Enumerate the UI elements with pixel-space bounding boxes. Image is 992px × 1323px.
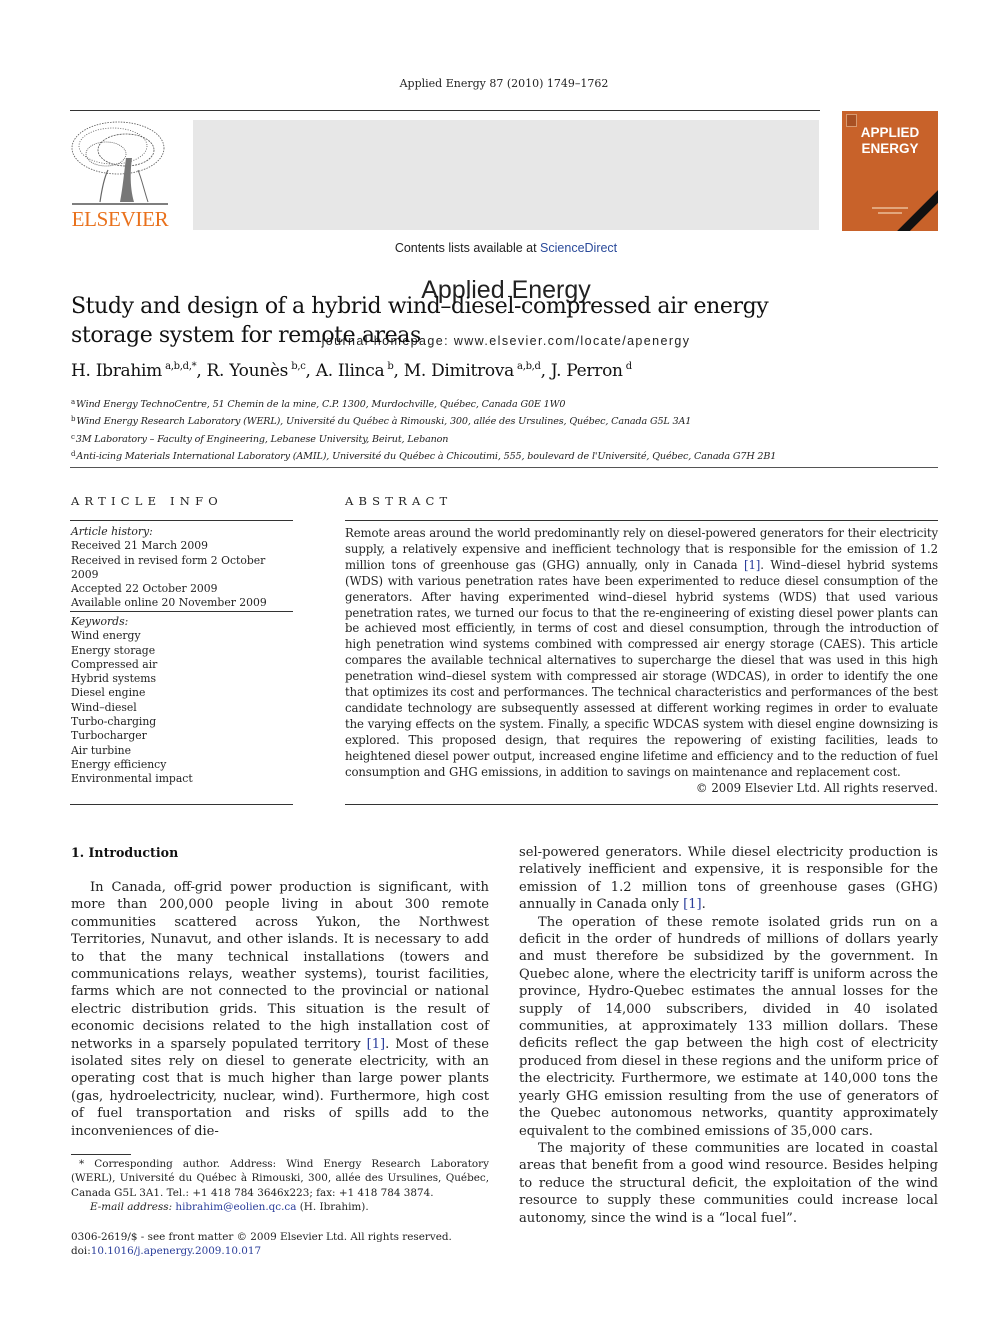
article-history: Article history: Received 21 March 2009 …: [71, 525, 293, 611]
paragraph: The operation of these remote isolated g…: [519, 914, 938, 1139]
affiliations: aWind Energy TechnoCentre, 51 Chemin de …: [71, 395, 941, 464]
doi-link[interactable]: 10.1016/j.apenergy.2009.10.017: [91, 1245, 261, 1257]
history-item: Available online 20 November 2009: [71, 596, 267, 610]
history-item: Received 21 March 2009: [71, 539, 208, 553]
running-head: Applied Energy 87 (2010) 1749–1762: [399, 77, 609, 90]
history-item: Received in revised form 2 October 2009: [71, 553, 266, 581]
cover-title-line2: ENERGY: [861, 141, 919, 156]
keywords-label: Keywords:: [71, 615, 129, 628]
section-divider: [70, 467, 938, 468]
email-line: E-mail address: hibrahim@eolien.qc.ca (H…: [90, 1201, 369, 1214]
paragraph: In Canada, off-grid power production is …: [71, 880, 489, 1139]
corresponding-author-footnote: * Corresponding author. Address: Wind En…: [71, 1157, 489, 1215]
author[interactable]: J. Perron d: [551, 361, 632, 381]
body-column-right: sel-powered generators. While diesel ele…: [519, 844, 938, 1227]
divider: [70, 520, 293, 521]
keyword: Energy storage: [71, 643, 156, 657]
keywords: Keywords: Wind energy Energy storage Com…: [71, 615, 293, 787]
doi-line: doi:10.1016/j.apenergy.2009.10.017: [71, 1245, 262, 1258]
article-info-heading: ARTICLE INFO: [71, 494, 223, 508]
keyword: Energy efficiency: [71, 757, 167, 771]
header-rule: [70, 110, 820, 111]
keyword: Compressed air: [71, 657, 158, 671]
cover-editor-line: [878, 212, 902, 214]
divider: [70, 611, 293, 612]
affiliation: aWind Energy TechnoCentre, 51 Chemin de …: [71, 398, 566, 410]
keyword: Wind energy: [71, 629, 141, 643]
reference-link[interactable]: [1]: [683, 897, 702, 912]
footnote-rule: [71, 1154, 131, 1155]
paragraph: The majority of these communities are lo…: [519, 1140, 938, 1226]
tree-icon: [71, 121, 168, 205]
corresponding-author-text: * Corresponding author. Address: Wind En…: [71, 1158, 489, 1199]
cover-title: APPLIED ENERGY: [842, 125, 938, 157]
author[interactable]: H. Ibrahim a,b,d,*: [71, 361, 197, 381]
author[interactable]: M. Dimitrova a,b,d: [404, 361, 541, 381]
keyword: Hybrid systems: [71, 672, 157, 686]
body-column-left: In Canada, off-grid power production is …: [71, 879, 489, 1140]
email-link[interactable]: hibrahim@eolien.qc.ca: [175, 1201, 296, 1213]
journal-banner: Contents lists available at ScienceDirec…: [193, 120, 819, 348]
paragraph: sel-powered generators. While diesel ele…: [519, 845, 938, 913]
contents-prefix: Contents lists available at: [394, 241, 541, 255]
author-list: H. Ibrahim a,b,d,*, R. Younès b,c, A. Il…: [71, 361, 632, 381]
keyword: Air turbine: [71, 743, 132, 757]
elsevier-logo[interactable]: ELSEVIER: [68, 118, 172, 232]
history-label: Article history:: [71, 525, 153, 538]
publisher-logo-text: ELSEVIER: [71, 207, 169, 231]
keyword: Turbo-charging: [71, 715, 157, 729]
section-heading-introduction: 1. Introduction: [71, 845, 179, 860]
cover-editor-line: [872, 207, 908, 209]
abstract-copyright: © 2009 Elsevier Ltd. All rights reserved…: [695, 781, 938, 795]
keyword: Turbocharger: [71, 729, 147, 743]
keyword: Environmental impact: [71, 772, 193, 786]
affiliation: dAnti-icing Materials International Labo…: [71, 449, 777, 462]
history-item: Accepted 22 October 2009: [71, 582, 218, 596]
contents-line: Contents lists available at ScienceDirec…: [193, 241, 819, 255]
keyword: Diesel engine: [71, 686, 146, 700]
issn-line: 0306-2619/$ - see front matter © 2009 El…: [71, 1231, 452, 1243]
author[interactable]: R. Younès b,c: [207, 361, 306, 381]
reference-link[interactable]: [1]: [744, 558, 760, 572]
author[interactable]: A. Ilinca b: [316, 361, 394, 381]
front-matter: 0306-2619/$ - see front matter © 2009 El…: [71, 1230, 511, 1259]
journal-cover[interactable]: APPLIED ENERGY: [842, 111, 938, 231]
reference-link[interactable]: [1]: [367, 1037, 386, 1052]
sciencedirect-link[interactable]: ScienceDirect: [540, 241, 617, 255]
affiliation: bWind Energy Research Laboratory (WERL),…: [71, 415, 692, 428]
divider: [345, 520, 938, 521]
divider: [345, 804, 938, 805]
affiliation: c3M Laboratory – Faculty of Engineering,…: [71, 432, 449, 445]
divider: [70, 804, 293, 805]
cover-title-line1: APPLIED: [860, 125, 920, 140]
paper-title: Study and design of a hybrid wind–diesel…: [71, 294, 769, 348]
abstract-heading: ABSTRACT: [345, 494, 453, 508]
abstract-text: Remote areas around the world predominan…: [345, 526, 938, 779]
keyword: Wind–diesel: [71, 700, 137, 714]
